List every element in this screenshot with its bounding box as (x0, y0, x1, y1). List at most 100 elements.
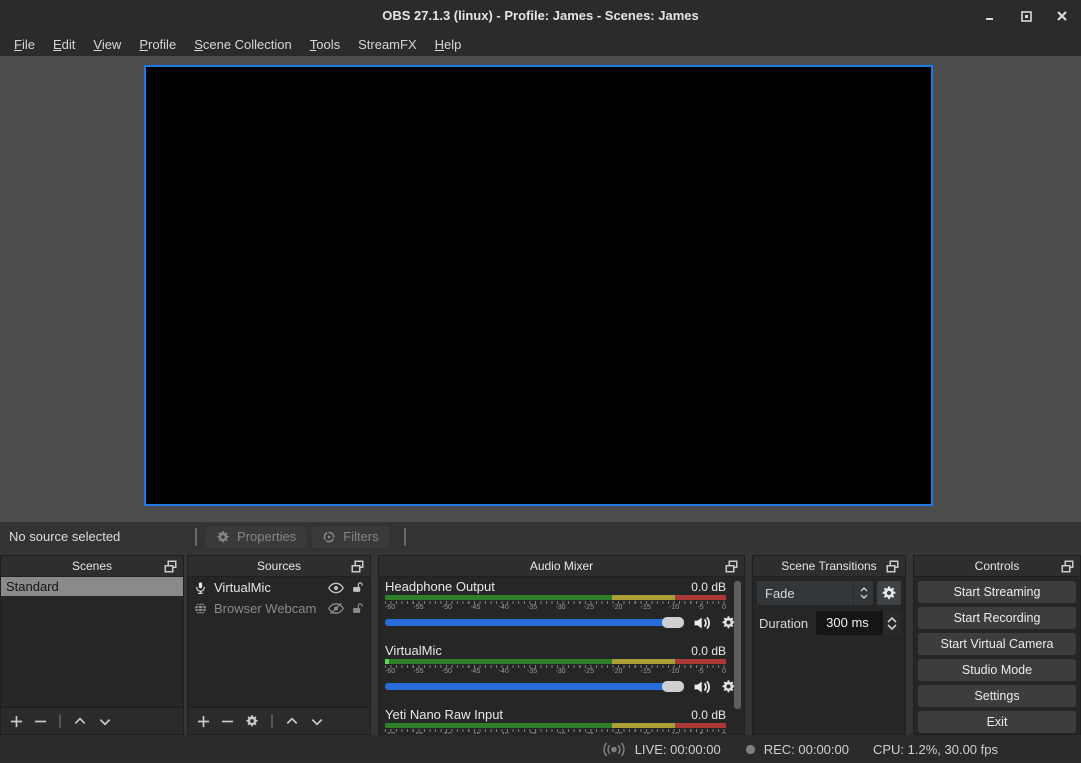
transitions-panel-header[interactable]: Scene Transitions (753, 556, 905, 577)
cpu-fps-text: CPU: 1.2%, 30.00 fps (873, 742, 998, 757)
tick-label: -30 (555, 732, 565, 734)
source-properties-gear-icon[interactable] (245, 714, 259, 728)
volume-slider-handle[interactable] (662, 617, 684, 628)
menu-streamfx[interactable]: StreamFX (349, 34, 426, 55)
menu-tools[interactable]: Tools (301, 34, 349, 55)
tick-label: -5 (697, 604, 703, 612)
sources-panel-header[interactable]: Sources (188, 556, 370, 577)
tick-label: -30 (555, 668, 565, 676)
volume-slider[interactable] (385, 683, 684, 690)
tick-label: -50 (442, 732, 452, 734)
mixer-panel-header[interactable]: Audio Mixer (379, 556, 744, 577)
transition-properties-button[interactable] (877, 581, 901, 605)
remove-source-icon[interactable] (221, 715, 234, 728)
title-bar: OBS 27.1.3 (linux) - Profile: James - Sc… (0, 0, 1081, 32)
scene-item[interactable]: Standard (1, 577, 183, 596)
tick-label: -55 (413, 732, 423, 734)
speaker-icon[interactable] (693, 679, 712, 695)
tick-label: -35 (527, 604, 537, 612)
tick-label: -15 (641, 668, 651, 676)
popout-icon[interactable] (350, 559, 365, 574)
start-recording-button[interactable]: Start Recording (918, 607, 1076, 629)
source-label: VirtualMic (214, 580, 321, 595)
popout-icon[interactable] (724, 559, 739, 574)
add-scene-icon[interactable] (10, 715, 23, 728)
tick-label: -45 (470, 668, 480, 676)
start-virtual-camera-button[interactable]: Start Virtual Camera (918, 633, 1076, 655)
mixer-scrollbar[interactable] (734, 581, 741, 709)
channel-name: VirtualMic (385, 643, 442, 658)
tick-label: 0 (722, 732, 726, 734)
maximize-icon[interactable] (1019, 9, 1033, 23)
obs-window: OBS 27.1.3 (linux) - Profile: James - Sc… (0, 0, 1081, 763)
source-row[interactable]: Browser Webcam (188, 598, 370, 619)
unlock-icon[interactable] (351, 581, 364, 594)
settings-button[interactable]: Settings (918, 685, 1076, 707)
move-source-up-icon[interactable] (285, 715, 299, 728)
speaker-icon[interactable] (693, 615, 712, 631)
unlock-icon[interactable] (351, 602, 364, 615)
close-icon[interactable] (1055, 9, 1069, 23)
exit-button[interactable]: Exit (918, 711, 1076, 733)
tick-label: 0 (722, 604, 726, 612)
live-status: LIVE: 00:00:00 (601, 742, 721, 757)
remove-scene-icon[interactable] (34, 715, 47, 728)
menu-file[interactable]: File (5, 34, 44, 55)
scenes-list: Standard (1, 577, 183, 707)
sources-panel: Sources VirtualMic (187, 555, 371, 735)
minimize-icon[interactable] (983, 9, 997, 23)
workspace (0, 56, 1081, 522)
tick-label: -60 (385, 604, 395, 612)
scenes-panel-header[interactable]: Scenes (1, 556, 183, 577)
menu-edit[interactable]: Edit (44, 34, 84, 55)
source-row[interactable]: VirtualMic (188, 577, 370, 598)
sources-title: Sources (188, 556, 370, 577)
popout-icon[interactable] (163, 559, 178, 574)
tick-label: -55 (413, 604, 423, 612)
gear-icon (216, 530, 230, 544)
window-title: OBS 27.1.3 (linux) - Profile: James - Sc… (0, 0, 1081, 32)
tick-label: -25 (584, 668, 594, 676)
start-streaming-button[interactable]: Start Streaming (918, 581, 1076, 603)
preview-canvas[interactable] (144, 65, 933, 506)
move-source-down-icon[interactable] (310, 715, 324, 728)
channel-name: Headphone Output (385, 579, 495, 594)
window-controls (983, 0, 1069, 32)
tick-label: -5 (697, 668, 703, 676)
scene-transitions-panel: Scene Transitions Fade (752, 555, 906, 735)
volume-slider-handle[interactable] (662, 681, 684, 692)
menu-profile[interactable]: Profile (130, 34, 185, 55)
menu-scene-collection[interactable]: Scene Collection (185, 34, 301, 55)
controls-panel-header[interactable]: Controls (914, 556, 1080, 577)
menu-view[interactable]: View (84, 34, 130, 55)
combo-arrows-icon (853, 581, 873, 605)
transition-select[interactable]: Fade (757, 581, 873, 605)
menu-help[interactable]: Help (426, 34, 471, 55)
tick-label: -10 (669, 732, 679, 734)
popout-icon[interactable] (885, 559, 900, 574)
transitions-title: Scene Transitions (753, 556, 905, 577)
volume-meter: -60-55-50-45-40-35-30-25-20-15-10-50 (385, 723, 726, 734)
tick-label: -50 (442, 604, 452, 612)
visibility-eye-slash-icon[interactable] (328, 602, 344, 615)
tick-label: -35 (527, 732, 537, 734)
spinbox-arrows-icon[interactable] (883, 611, 901, 635)
studio-mode-button[interactable]: Studio Mode (918, 659, 1076, 681)
tick-label: -15 (641, 732, 651, 734)
filters-button[interactable]: Filters (312, 526, 388, 548)
visibility-eye-icon[interactable] (328, 582, 344, 594)
move-scene-up-icon[interactable] (73, 715, 87, 728)
source-toolbar: No source selected Properties Filters (0, 522, 1081, 551)
tick-label: -20 (612, 668, 622, 676)
volume-slider[interactable] (385, 619, 684, 626)
meter-tick-labels: -60-55-50-45-40-35-30-25-20-15-10-50 (385, 732, 726, 734)
channel-db-value: 0.0 dB (691, 708, 726, 722)
volume-meter: -60-55-50-45-40-35-30-25-20-15-10-50 (385, 659, 726, 676)
duration-spinbox[interactable]: 300 ms (816, 611, 901, 635)
add-source-icon[interactable] (197, 715, 210, 728)
tick-label: -30 (555, 604, 565, 612)
mixer-body: Headphone Output 0.0 dB -60-55-50-45-40-… (379, 577, 744, 734)
popout-icon[interactable] (1060, 559, 1075, 574)
move-scene-down-icon[interactable] (98, 715, 112, 728)
properties-button[interactable]: Properties (206, 526, 306, 548)
